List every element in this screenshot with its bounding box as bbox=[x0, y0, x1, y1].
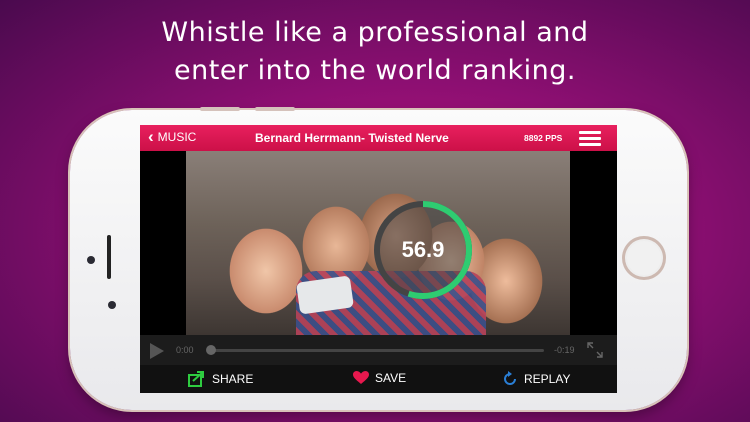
score-value: 56.9 bbox=[401, 237, 445, 262]
phone-volume-button bbox=[200, 107, 240, 111]
save-button[interactable]: SAVE bbox=[353, 371, 406, 385]
front-camera-icon bbox=[87, 256, 95, 264]
back-label: MUSIC bbox=[157, 130, 197, 144]
phone-volume-button bbox=[255, 107, 295, 111]
song-title: Bernard Herrmann- Twisted Nerve bbox=[255, 131, 449, 145]
back-button[interactable]: ‹ MUSIC bbox=[148, 127, 197, 146]
top-bar: ‹ MUSIC Bernard Herrmann- Twisted Nerve … bbox=[140, 125, 617, 151]
replay-label: REPLAY bbox=[524, 372, 571, 386]
action-bar: SHARE SAVE REPLAY bbox=[140, 365, 617, 393]
home-button[interactable] bbox=[622, 236, 666, 280]
fullscreen-icon[interactable] bbox=[587, 342, 603, 358]
promo-headline: Whistle like a professional and enter in… bbox=[0, 14, 750, 90]
replay-button[interactable]: REPLAY bbox=[502, 371, 570, 387]
current-time: 0:00 bbox=[176, 345, 194, 355]
headline-line-2: enter into the world ranking. bbox=[174, 55, 576, 86]
share-button[interactable]: SHARE bbox=[188, 371, 253, 387]
chevron-left-icon: ‹ bbox=[148, 127, 154, 146]
heart-icon bbox=[353, 371, 369, 384]
share-label: SHARE bbox=[212, 372, 254, 386]
sensor-icon bbox=[108, 301, 116, 309]
save-label: SAVE bbox=[375, 371, 407, 385]
pps-counter: 8892 PPS bbox=[524, 133, 563, 143]
earpiece-speaker bbox=[107, 235, 111, 279]
video-frame[interactable]: 56.9 bbox=[186, 151, 570, 335]
seek-bar[interactable] bbox=[210, 349, 544, 352]
play-icon[interactable] bbox=[150, 343, 164, 359]
app-screen: ‹ MUSIC Bernard Herrmann- Twisted Nerve … bbox=[140, 125, 617, 393]
remaining-time: -0:19 bbox=[554, 345, 575, 355]
video-player-controls: 0:00 -0:19 bbox=[140, 335, 617, 365]
headline-line-1: Whistle like a professional and bbox=[161, 17, 589, 48]
replay-icon bbox=[504, 371, 516, 385]
hamburger-menu-icon[interactable] bbox=[579, 131, 601, 146]
seek-knob[interactable] bbox=[206, 345, 216, 355]
share-icon bbox=[188, 371, 204, 387]
